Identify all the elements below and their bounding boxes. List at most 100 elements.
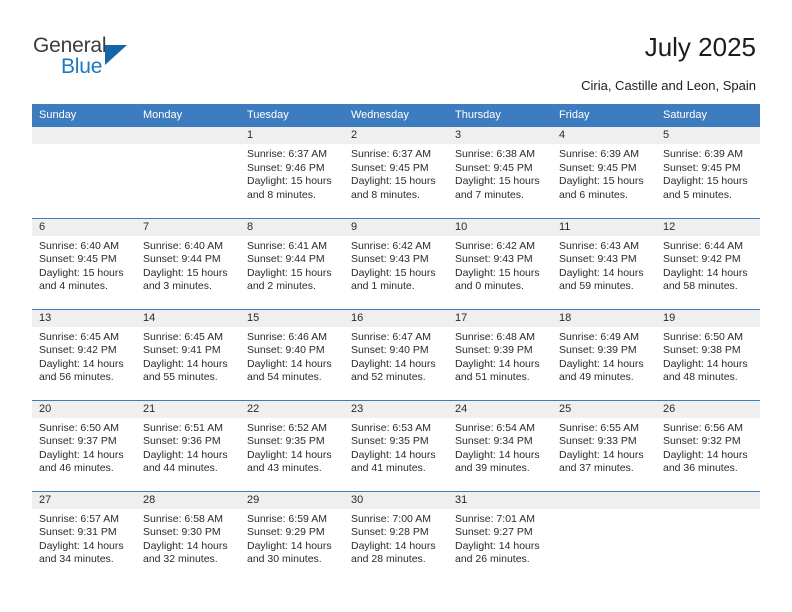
sunset-text: Sunset: 9:42 PM [663,253,741,266]
calendar-day-cell[interactable]: 26 Sunrise: 6:56 AM Sunset: 9:32 PM Dayligh… [656,399,760,491]
calendar-day-cell[interactable]: 1 Sunrise: 6:37 AM Sunset: 9:46 PM Daylight… [240,127,344,218]
calendar-day-cell[interactable]: 29 Sunrise: 6:59 AM Sunset: 9:29 PM Dayligh… [240,490,344,582]
day-detail-lines: Sunrise: 6:40 AM Sunset: 9:44 PM Daylight:… [136,236,240,294]
sunset-text: Sunset: 9:39 PM [455,344,533,357]
calendar-day-cell[interactable]: 2 Sunrise: 6:37 AM Sunset: 9:45 PM Daylight… [344,127,448,218]
daylight-text-line2: and 43 minutes. [247,462,322,475]
calendar-day-cell[interactable]: 16 Sunrise: 6:47 AM Sunset: 9:40 PM Dayligh… [344,308,448,400]
daylight-text-line1: Daylight: 15 hours [559,175,644,188]
sunrise-text: Sunrise: 6:53 AM [351,421,431,434]
calendar-day-cell[interactable]: 7 Sunrise: 6:40 AM Sunset: 9:44 PM Daylight… [136,217,240,309]
sunrise-text: Sunrise: 6:48 AM [455,330,535,343]
day-detail-lines: Sunrise: 6:50 AM Sunset: 9:38 PM Daylight:… [656,327,760,385]
calendar-day-cell[interactable]: 22 Sunrise: 6:52 AM Sunset: 9:35 PM Dayligh… [240,399,344,491]
daylight-text-line1: Daylight: 14 hours [247,539,332,552]
calendar-week-row: 6 Sunrise: 6:40 AM Sunset: 9:45 PM Daylight… [32,217,760,309]
daylight-text-line1: Daylight: 14 hours [663,448,748,461]
sunset-text: Sunset: 9:43 PM [559,253,637,266]
sunset-text: Sunset: 9:40 PM [247,344,325,357]
daylight-text-line2: and 41 minutes. [351,462,426,475]
day-detail-lines: Sunrise: 6:50 AM Sunset: 9:37 PM Daylight:… [32,418,136,476]
day-detail-lines: Sunrise: 6:48 AM Sunset: 9:39 PM Daylight:… [448,327,552,385]
calendar-day-cell[interactable]: 30 Sunrise: 7:00 AM Sunset: 9:28 PM Dayligh… [344,490,448,582]
sunset-text: Sunset: 9:45 PM [559,161,637,174]
sunset-text: Sunset: 9:35 PM [247,435,325,448]
day-number: 17 [448,309,552,327]
day-number: 31 [448,491,552,509]
weekday-header-thursday: Thursday [448,104,552,127]
day-number: 28 [136,491,240,509]
calendar-day-cell[interactable]: 10 Sunrise: 6:42 AM Sunset: 9:43 PM Dayligh… [448,217,552,309]
day-number: 19 [656,309,760,327]
sunrise-text: Sunrise: 6:39 AM [663,148,743,160]
calendar-day-cell[interactable]: 23 Sunrise: 6:53 AM Sunset: 9:35 PM Dayligh… [344,399,448,491]
daylight-text-line2: and 26 minutes. [455,553,530,566]
daylight-text-line2: and 39 minutes. [455,462,530,475]
calendar-day-cell[interactable]: 24 Sunrise: 6:54 AM Sunset: 9:34 PM Dayligh… [448,399,552,491]
page-title: July 2025 [644,32,756,62]
calendar-day-cell[interactable]: 13 Sunrise: 6:45 AM Sunset: 9:42 PM Dayligh… [32,308,136,400]
calendar-day-cell[interactable]: 11 Sunrise: 6:43 AM Sunset: 9:43 PM Dayligh… [552,217,656,309]
calendar-day-cell[interactable]: 28 Sunrise: 6:58 AM Sunset: 9:30 PM Dayligh… [136,490,240,582]
sunset-text: Sunset: 9:30 PM [143,526,221,539]
day-number: 27 [32,491,136,509]
daylight-text-line1: Daylight: 14 hours [39,539,124,552]
calendar-day-cell[interactable]: 21 Sunrise: 6:51 AM Sunset: 9:36 PM Dayligh… [136,399,240,491]
day-detail-lines: Sunrise: 6:42 AM Sunset: 9:43 PM Daylight:… [344,236,448,294]
sunrise-text: Sunrise: 6:59 AM [247,512,327,525]
day-detail-lines: Sunrise: 6:58 AM Sunset: 9:30 PM Daylight:… [136,509,240,567]
calendar-day-cell[interactable]: 3 Sunrise: 6:38 AM Sunset: 9:45 PM Daylight… [448,127,552,218]
daylight-text-line1: Daylight: 15 hours [247,266,332,279]
sunset-text: Sunset: 9:29 PM [247,526,325,539]
day-number: 10 [448,218,552,236]
calendar-day-cell[interactable]: 19 Sunrise: 6:50 AM Sunset: 9:38 PM Dayligh… [656,308,760,400]
calendar-day-cell[interactable]: 9 Sunrise: 6:42 AM Sunset: 9:43 PM Daylight… [344,217,448,309]
sunrise-text: Sunrise: 6:45 AM [143,330,223,343]
calendar-day-cell[interactable]: 15 Sunrise: 6:46 AM Sunset: 9:40 PM Dayligh… [240,308,344,400]
sunrise-text: Sunrise: 6:41 AM [247,239,327,252]
calendar-day-cell[interactable]: 5 Sunrise: 6:39 AM Sunset: 9:45 PM Daylight… [656,127,760,218]
day-number: 2 [344,127,448,144]
day-number: 15 [240,309,344,327]
day-detail-lines: Sunrise: 7:00 AM Sunset: 9:28 PM Daylight:… [344,509,448,567]
daylight-text-line2: and 2 minutes. [247,280,316,293]
sunset-text: Sunset: 9:38 PM [663,344,741,357]
calendar-day-cell[interactable]: 18 Sunrise: 6:49 AM Sunset: 9:39 PM Dayligh… [552,308,656,400]
sunset-text: Sunset: 9:37 PM [39,435,117,448]
calendar-day-cell[interactable]: 27 Sunrise: 6:57 AM Sunset: 9:31 PM Dayligh… [32,490,136,582]
sunrise-text: Sunrise: 6:56 AM [663,421,743,434]
calendar-day-cell[interactable]: 20 Sunrise: 6:50 AM Sunset: 9:37 PM Dayligh… [32,399,136,491]
day-number: 20 [32,400,136,418]
daylight-text-line1: Daylight: 14 hours [39,448,124,461]
sunrise-text: Sunrise: 6:50 AM [663,330,743,343]
day-number: 21 [136,400,240,418]
sunset-text: Sunset: 9:43 PM [351,253,429,266]
calendar-day-cell[interactable]: 12 Sunrise: 6:44 AM Sunset: 9:42 PM Dayligh… [656,217,760,309]
day-detail-lines: Sunrise: 6:53 AM Sunset: 9:35 PM Daylight:… [344,418,448,476]
calendar-day-cell[interactable]: 8 Sunrise: 6:41 AM Sunset: 9:44 PM Daylight… [240,217,344,309]
day-number [136,127,240,144]
day-detail-lines: Sunrise: 6:37 AM Sunset: 9:46 PM Daylight:… [240,144,344,202]
sunrise-text: Sunrise: 6:44 AM [663,239,743,252]
calendar-day-cell[interactable]: 6 Sunrise: 6:40 AM Sunset: 9:45 PM Daylight… [32,217,136,309]
day-number: 24 [448,400,552,418]
daylight-text-line2: and 56 minutes. [39,371,114,384]
calendar-day-cell[interactable]: 31 Sunrise: 7:01 AM Sunset: 9:27 PM Dayligh… [448,490,552,582]
sunset-text: Sunset: 9:27 PM [455,526,533,539]
day-detail-lines: Sunrise: 7:01 AM Sunset: 9:27 PM Daylight:… [448,509,552,567]
sunrise-text: Sunrise: 7:00 AM [351,512,431,525]
daylight-text-line2: and 7 minutes. [455,188,524,201]
day-detail-lines: Sunrise: 6:52 AM Sunset: 9:35 PM Daylight:… [240,418,344,476]
day-detail-lines: Sunrise: 6:37 AM Sunset: 9:45 PM Daylight:… [344,144,448,202]
brand-logo[interactable]: General Blue [33,34,193,84]
weekday-header-friday: Friday [552,104,656,127]
calendar-day-cell[interactable]: 17 Sunrise: 6:48 AM Sunset: 9:39 PM Dayligh… [448,308,552,400]
day-number: 26 [656,400,760,418]
calendar-day-cell[interactable]: 14 Sunrise: 6:45 AM Sunset: 9:41 PM Dayligh… [136,308,240,400]
calendar-day-cell[interactable]: 4 Sunrise: 6:39 AM Sunset: 9:45 PM Daylight… [552,127,656,218]
day-detail-lines: Sunrise: 6:56 AM Sunset: 9:32 PM Daylight:… [656,418,760,476]
day-detail-lines: Sunrise: 6:55 AM Sunset: 9:33 PM Daylight:… [552,418,656,476]
calendar-day-cell[interactable]: 25 Sunrise: 6:55 AM Sunset: 9:33 PM Dayligh… [552,399,656,491]
daylight-text-line2: and 52 minutes. [351,371,426,384]
daylight-text-line1: Daylight: 14 hours [143,448,228,461]
